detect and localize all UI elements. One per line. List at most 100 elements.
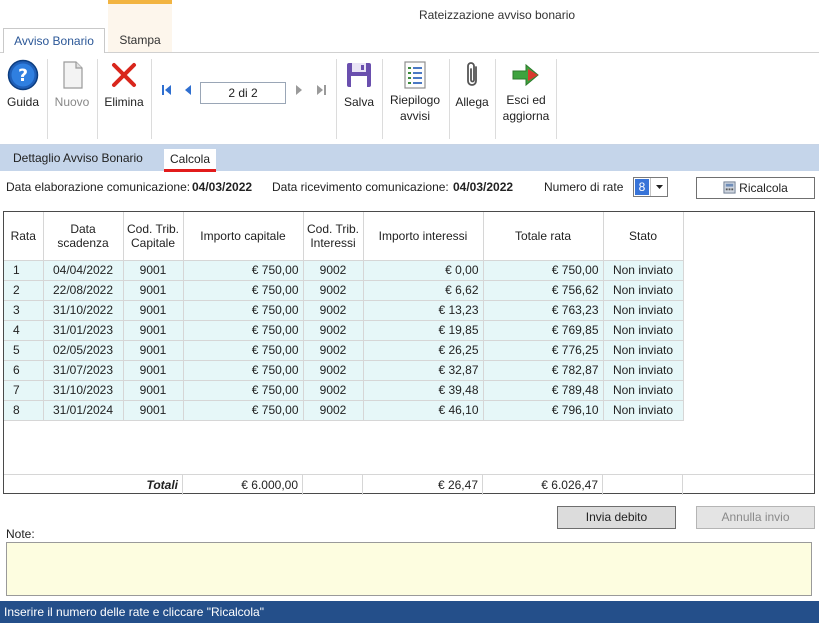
cell-cod-trib-capitale[interactable]: 9001 bbox=[123, 360, 184, 381]
previous-record-icon[interactable] bbox=[181, 83, 195, 97]
cell-importo-interessi[interactable]: € 32,87 bbox=[363, 360, 484, 381]
column-header[interactable]: Rata bbox=[4, 212, 44, 261]
cell-rata[interactable]: 1 bbox=[4, 260, 44, 281]
cell-importo-capitale[interactable]: € 750,00 bbox=[183, 260, 304, 281]
esci-aggiorna-button[interactable]: Esci ed aggiorna bbox=[500, 59, 552, 124]
cell-cod-trib-interessi[interactable]: 9002 bbox=[303, 300, 364, 321]
cell-data-scadenza[interactable]: 02/05/2023 bbox=[43, 340, 124, 361]
cell-importo-interessi[interactable]: € 39,48 bbox=[363, 380, 484, 401]
cell-totale-rata[interactable]: € 782,87 bbox=[483, 360, 604, 381]
cell-importo-capitale[interactable]: € 750,00 bbox=[183, 380, 304, 401]
cell-importo-capitale[interactable]: € 750,00 bbox=[183, 280, 304, 301]
first-record-icon[interactable] bbox=[160, 83, 174, 97]
cell-cod-trib-capitale[interactable]: 9001 bbox=[123, 400, 184, 421]
cell-cod-trib-capitale[interactable]: 9001 bbox=[123, 260, 184, 281]
column-header[interactable]: Totale rata bbox=[483, 212, 604, 261]
chevron-down-icon[interactable] bbox=[650, 178, 667, 196]
riepilogo-avvisi-button[interactable]: Riepilogo avvisi bbox=[386, 59, 444, 124]
invia-debito-button[interactable]: Invia debito bbox=[557, 506, 676, 529]
cell-stato[interactable]: Non inviato bbox=[603, 260, 684, 281]
cell-importo-interessi[interactable]: € 13,23 bbox=[363, 300, 484, 321]
cell-stato[interactable]: Non inviato bbox=[603, 380, 684, 401]
cell-rata[interactable]: 6 bbox=[4, 360, 44, 381]
table-row[interactable]: 4 31/01/2023 9001 € 750,00 9002 € 19,85 € 769,… bbox=[4, 320, 684, 341]
salva-button[interactable]: Salva bbox=[341, 59, 377, 109]
cell-rata[interactable]: 7 bbox=[4, 380, 44, 401]
table-row[interactable]: 3 31/10/2022 9001 € 750,00 9002 € 13,23 € 763,… bbox=[4, 300, 684, 321]
numero-rate-select[interactable]: 8 bbox=[633, 177, 668, 197]
table-row[interactable]: 1 04/04/2022 9001 € 750,00 9002 € 0,00 € 750,0… bbox=[4, 260, 684, 281]
cell-cod-trib-interessi[interactable]: 9002 bbox=[303, 280, 364, 301]
table-row[interactable]: 6 31/07/2023 9001 € 750,00 9002 € 32,87 € 782,… bbox=[4, 360, 684, 381]
cell-rata[interactable]: 8 bbox=[4, 400, 44, 421]
cell-data-scadenza[interactable]: 31/01/2023 bbox=[43, 320, 124, 341]
cell-data-scadenza[interactable]: 31/10/2022 bbox=[43, 300, 124, 321]
column-header[interactable]: Data scadenza bbox=[43, 212, 124, 261]
tab-calcola[interactable]: Calcola bbox=[164, 149, 216, 169]
table-row[interactable]: 5 02/05/2023 9001 € 750,00 9002 € 26,25 € 776,… bbox=[4, 340, 684, 361]
cell-cod-trib-capitale[interactable]: 9001 bbox=[123, 300, 184, 321]
cell-data-scadenza[interactable]: 04/04/2022 bbox=[43, 260, 124, 281]
cell-importo-capitale[interactable]: € 750,00 bbox=[183, 360, 304, 381]
column-header[interactable]: Importo interessi bbox=[363, 212, 484, 261]
cell-importo-interessi[interactable]: € 0,00 bbox=[363, 260, 484, 281]
cell-stato[interactable]: Non inviato bbox=[603, 360, 684, 381]
ricalcola-button[interactable]: Ricalcola bbox=[696, 177, 815, 199]
cell-totale-rata[interactable]: € 763,23 bbox=[483, 300, 604, 321]
cell-cod-trib-interessi[interactable]: 9002 bbox=[303, 380, 364, 401]
last-record-icon[interactable] bbox=[314, 83, 328, 97]
nuovo-button[interactable]: Nuovo bbox=[52, 59, 92, 109]
table-row[interactable]: 7 31/10/2023 9001 € 750,00 9002 € 39,48 € 789,… bbox=[4, 380, 684, 401]
table-row[interactable]: 2 22/08/2022 9001 € 750,00 9002 € 6,62 € 756,6… bbox=[4, 280, 684, 301]
elimina-button[interactable]: Elimina bbox=[102, 59, 146, 109]
column-header[interactable]: Cod. Trib. Interessi bbox=[303, 212, 364, 261]
cell-stato[interactable]: Non inviato bbox=[603, 300, 684, 321]
record-position-field[interactable]: 2 di 2 bbox=[200, 82, 286, 104]
cell-rata[interactable]: 4 bbox=[4, 320, 44, 341]
cell-stato[interactable]: Non inviato bbox=[603, 400, 684, 421]
cell-totale-rata[interactable]: € 750,00 bbox=[483, 260, 604, 281]
cell-totale-rata[interactable]: € 769,85 bbox=[483, 320, 604, 341]
next-record-icon[interactable] bbox=[292, 83, 306, 97]
cell-cod-trib-capitale[interactable]: 9001 bbox=[123, 380, 184, 401]
annulla-invio-button[interactable]: Annulla invio bbox=[696, 506, 815, 529]
cell-importo-interessi[interactable]: € 6,62 bbox=[363, 280, 484, 301]
cell-totale-rata[interactable]: € 796,10 bbox=[483, 400, 604, 421]
table-row[interactable]: 8 31/01/2024 9001 € 750,00 9002 € 46,10 € 796,… bbox=[4, 400, 684, 421]
cell-importo-interessi[interactable]: € 46,10 bbox=[363, 400, 484, 421]
allega-button[interactable]: Allega bbox=[454, 59, 490, 109]
cell-cod-trib-interessi[interactable]: 9002 bbox=[303, 260, 364, 281]
cell-cod-trib-capitale[interactable]: 9001 bbox=[123, 340, 184, 361]
cell-stato[interactable]: Non inviato bbox=[603, 340, 684, 361]
cell-totale-rata[interactable]: € 756,62 bbox=[483, 280, 604, 301]
cell-data-scadenza[interactable]: 31/01/2024 bbox=[43, 400, 124, 421]
cell-cod-trib-interessi[interactable]: 9002 bbox=[303, 340, 364, 361]
note-textarea[interactable] bbox=[6, 542, 812, 596]
cell-rata[interactable]: 3 bbox=[4, 300, 44, 321]
tab-stampa[interactable]: Stampa bbox=[108, 28, 172, 53]
column-header[interactable]: Cod. Trib. Capitale bbox=[123, 212, 184, 261]
tab-avviso-bonario[interactable]: Avviso Bonario bbox=[3, 28, 105, 53]
cell-cod-trib-interessi[interactable]: 9002 bbox=[303, 400, 364, 421]
cell-cod-trib-capitale[interactable]: 9001 bbox=[123, 320, 184, 341]
guida-button[interactable]: ? Guida bbox=[5, 59, 41, 109]
cell-importo-interessi[interactable]: € 19,85 bbox=[363, 320, 484, 341]
cell-totale-rata[interactable]: € 776,25 bbox=[483, 340, 604, 361]
cell-stato[interactable]: Non inviato bbox=[603, 280, 684, 301]
cell-data-scadenza[interactable]: 31/07/2023 bbox=[43, 360, 124, 381]
cell-totale-rata[interactable]: € 789,48 bbox=[483, 380, 604, 401]
cell-data-scadenza[interactable]: 22/08/2022 bbox=[43, 280, 124, 301]
cell-cod-trib-interessi[interactable]: 9002 bbox=[303, 360, 364, 381]
cell-data-scadenza[interactable]: 31/10/2023 bbox=[43, 380, 124, 401]
cell-importo-interessi[interactable]: € 26,25 bbox=[363, 340, 484, 361]
cell-cod-trib-capitale[interactable]: 9001 bbox=[123, 280, 184, 301]
cell-importo-capitale[interactable]: € 750,00 bbox=[183, 400, 304, 421]
column-header[interactable]: Importo capitale bbox=[183, 212, 304, 261]
cell-rata[interactable]: 2 bbox=[4, 280, 44, 301]
cell-importo-capitale[interactable]: € 750,00 bbox=[183, 320, 304, 341]
cell-importo-capitale[interactable]: € 750,00 bbox=[183, 340, 304, 361]
cell-stato[interactable]: Non inviato bbox=[603, 320, 684, 341]
cell-importo-capitale[interactable]: € 750,00 bbox=[183, 300, 304, 321]
cell-rata[interactable]: 5 bbox=[4, 340, 44, 361]
column-header[interactable]: Stato bbox=[603, 212, 684, 261]
